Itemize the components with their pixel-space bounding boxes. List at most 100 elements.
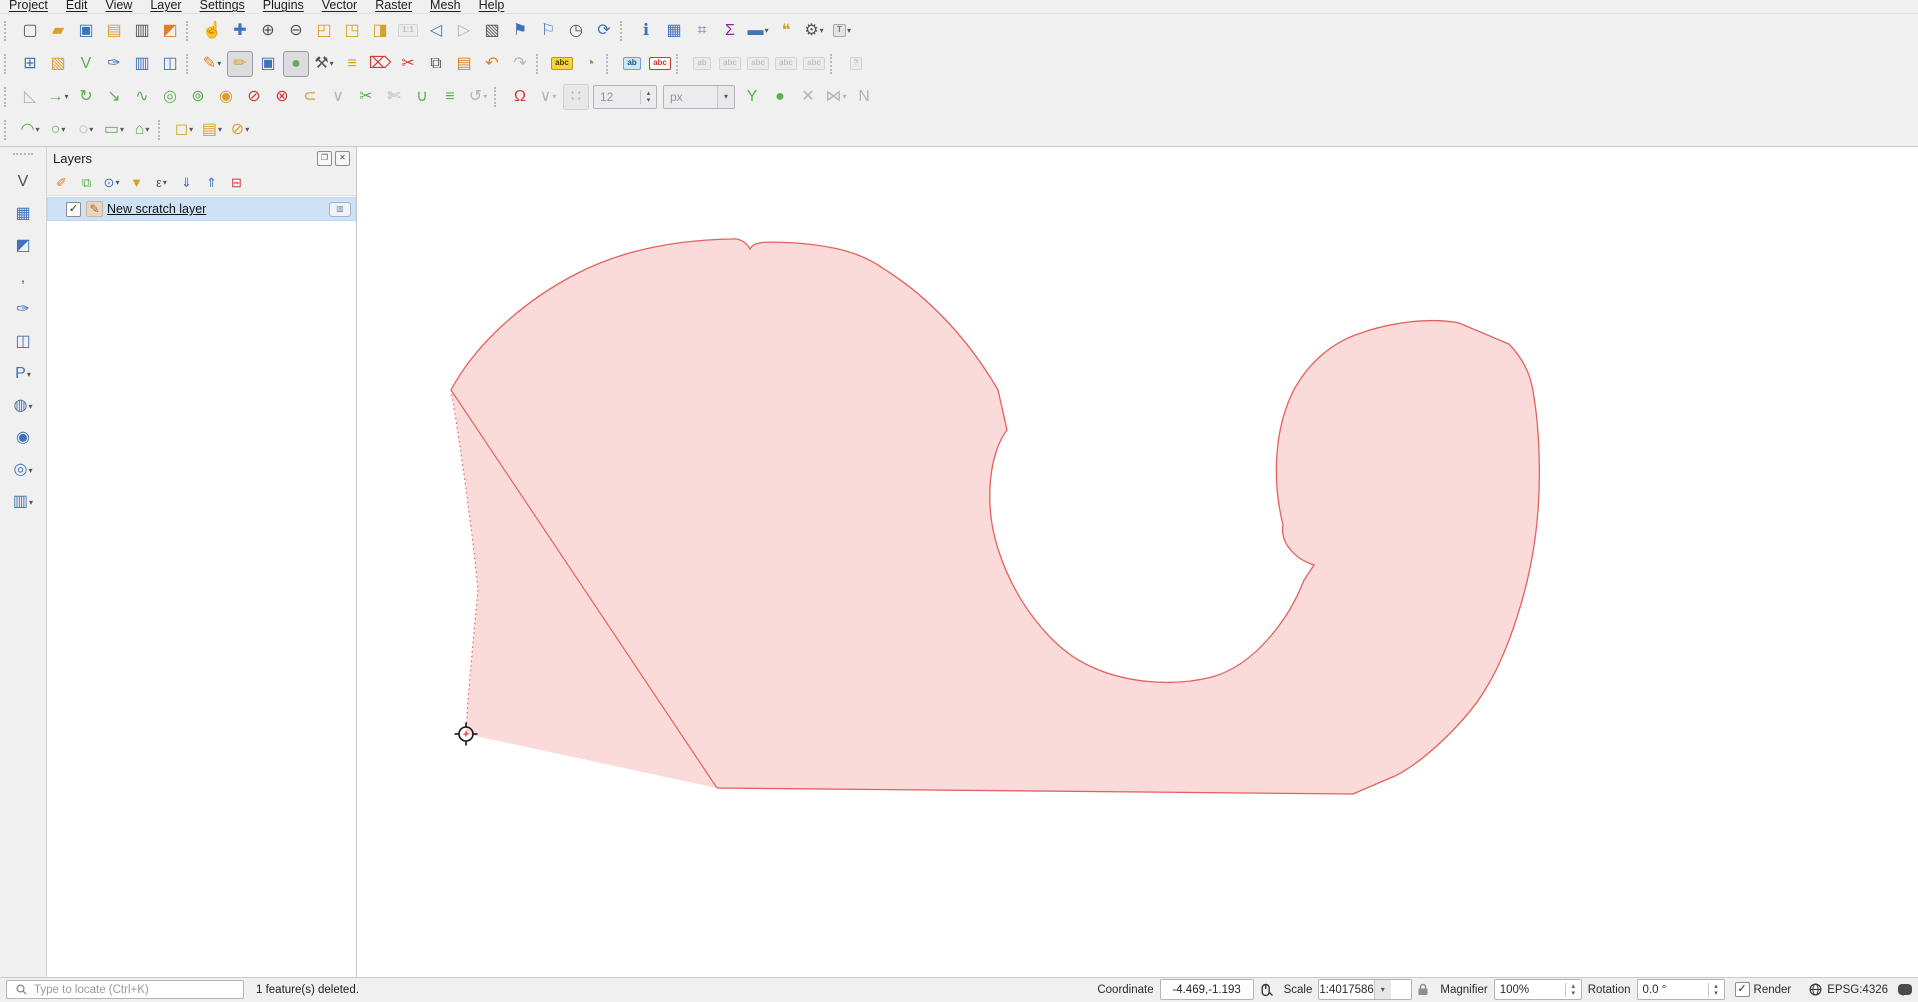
avoid-overlap-button[interactable]: ● [767, 84, 793, 110]
circle-tool-dropdown-arrow-icon[interactable]: ▾ [61, 125, 65, 134]
snapping-units-dropdown-arrow-icon[interactable]: ▾ [717, 86, 734, 108]
delete-ring-button[interactable]: ⊘ [241, 84, 267, 110]
rotate-point-symbols-dropdown-arrow-icon[interactable]: ▾ [483, 92, 487, 101]
cut-features-button[interactable]: ✂ [395, 51, 421, 77]
rectangle-tool-button[interactable]: ▭▾ [101, 117, 127, 143]
manage-map-themes-dropdown-arrow-icon[interactable]: ▾ [115, 178, 119, 187]
add-ring-button[interactable]: ◎ [157, 84, 183, 110]
spin-up-icon[interactable]: ▴ [1709, 983, 1724, 990]
locator-box[interactable] [6, 980, 244, 999]
paste-features-button[interactable]: ▤ [451, 51, 477, 77]
run-feature-action-dropdown-arrow-icon[interactable]: ▾ [820, 26, 824, 35]
regular-polygon-tool-button[interactable]: ⌂▾ [129, 117, 155, 143]
render-checkbox[interactable]: ✓ [1735, 982, 1750, 997]
temporal-controller-button[interactable]: ◷ [563, 18, 589, 44]
messages-bubble-icon[interactable] [1898, 984, 1912, 995]
text-annotation-dropdown-arrow-icon[interactable]: ▾ [847, 26, 851, 35]
add-spatialite-layer-button[interactable]: ✑ [10, 297, 36, 323]
zoom-to-layer-button[interactable]: ◳ [339, 18, 365, 44]
select-features-by-value-dropdown-arrow-icon[interactable]: ▾ [218, 125, 222, 134]
merge-feature-attributes-button[interactable]: ≡ [437, 84, 463, 110]
move-feature-dropdown-arrow-icon[interactable]: ▾ [64, 92, 68, 101]
map-canvas[interactable] [357, 147, 1918, 977]
toolbar-drag-handle[interactable] [494, 87, 503, 107]
menu-mesh[interactable]: Mesh [421, 0, 470, 12]
move-feature-button[interactable]: →▾ [45, 84, 71, 110]
add-group-button[interactable]: ⧉ [75, 171, 98, 193]
style-manager-button[interactable]: ◩ [157, 18, 183, 44]
measure-button[interactable]: ▬▾ [745, 18, 771, 44]
snapping-tolerance-spinbox[interactable]: 12▴▾ [593, 85, 657, 109]
identify-features-button[interactable]: ℹ [633, 18, 659, 44]
coordinate-input[interactable] [1160, 979, 1254, 1000]
new-virtual-layer-button[interactable]: ◫ [157, 51, 183, 77]
toolbar-drag-handle[interactable] [4, 54, 13, 74]
spin-up-icon[interactable]: ▴ [641, 90, 656, 97]
new-spatial-bookmark-button[interactable]: ⚑ [507, 18, 533, 44]
text-annotation-button[interactable]: T▾ [829, 18, 855, 44]
layer-name[interactable]: New scratch layer [107, 202, 329, 216]
toolbar-drag-handle[interactable] [4, 87, 13, 107]
toolbar-drag-handle[interactable] [620, 21, 629, 41]
circle-tool-button[interactable]: ○▾ [45, 117, 71, 143]
field-calculator-button[interactable]: ⌗ [689, 18, 715, 44]
regular-polygon-tool-dropdown-arrow-icon[interactable]: ▾ [145, 125, 149, 134]
rotate-feature-button[interactable]: ↻ [73, 84, 99, 110]
enable-topological-editing-button[interactable]: Y [739, 84, 765, 110]
save-layer-edits-button[interactable]: ▣ [255, 51, 281, 77]
toolbar-drag-handle[interactable] [606, 54, 615, 74]
add-postgis-layer-button[interactable]: P▾ [10, 361, 36, 387]
expand-all-button[interactable]: ⇓ [175, 171, 198, 193]
toggle-editing-button[interactable]: ✏ [227, 51, 253, 77]
new-spatialite-layer-button[interactable]: ✑ [101, 51, 127, 77]
refresh-map-button[interactable]: ⟳ [591, 18, 617, 44]
menu-layer[interactable]: Layer [141, 0, 190, 12]
manage-map-themes-button[interactable]: ⊙▾ [100, 171, 123, 193]
undo-button[interactable]: ↶ [479, 51, 505, 77]
open-layer-styling-button[interactable]: ✐ [50, 171, 73, 193]
offset-curve-button[interactable]: ⊂ [297, 84, 323, 110]
toolbar-drag-handle[interactable] [186, 54, 195, 74]
add-wms-layer-dropdown-arrow-icon[interactable]: ▾ [28, 402, 32, 411]
delete-selected-button[interactable]: ⌦ [367, 51, 393, 77]
menu-vector[interactable]: Vector [313, 0, 366, 12]
deselect-features-dropdown-arrow-icon[interactable]: ▾ [245, 125, 249, 134]
merge-features-button[interactable]: ∪ [409, 84, 435, 110]
spin-down-icon[interactable]: ▾ [1566, 990, 1581, 997]
magnifier-spin-arrows[interactable]: ▴▾ [1565, 983, 1581, 997]
lock-scale-icon[interactable] [1417, 983, 1429, 996]
toggle-extents-mouse-icon[interactable] [1259, 983, 1273, 997]
new-print-layout-button[interactable]: ▤ [101, 18, 127, 44]
toolbar-drag-handle[interactable] [158, 120, 167, 140]
filter-legend-button[interactable]: ▼ [125, 171, 148, 193]
add-mesh-layer-button[interactable]: ◩ [10, 233, 36, 259]
scale-combo[interactable]: 1:4017586 ▾ [1318, 979, 1412, 1000]
open-project-button[interactable]: ▰ [45, 18, 71, 44]
rectangle-tool-dropdown-arrow-icon[interactable]: ▾ [120, 125, 124, 134]
pin-unpin-labels-button[interactable]: ab [619, 51, 645, 77]
open-data-source-manager-button[interactable]: ⊞ [17, 51, 43, 77]
measure-dropdown-arrow-icon[interactable]: ▾ [764, 26, 768, 35]
scale-dropdown-arrow-icon[interactable]: ▾ [1374, 980, 1391, 999]
toolbar-drag-handle[interactable] [830, 54, 839, 74]
show-layout-manager-button[interactable]: ▥ [129, 18, 155, 44]
zoom-to-selection-button[interactable]: ◨ [367, 18, 393, 44]
new-scratch-layer-dropdown-arrow-icon[interactable]: ▾ [29, 498, 33, 507]
split-features-button[interactable]: ✂ [353, 84, 379, 110]
menu-project[interactable]: Project [0, 0, 57, 12]
modify-attributes-selected-button[interactable]: ≡ [339, 51, 365, 77]
crs-value[interactable]: EPSG:4326 [1827, 984, 1888, 996]
crs-globe-icon[interactable] [1809, 983, 1822, 996]
menu-help[interactable]: Help [470, 0, 514, 12]
new-map-view-button[interactable]: ▧ [479, 18, 505, 44]
rotation-spinbox[interactable]: 0.0 ° ▴▾ [1637, 979, 1725, 1000]
toolbar-drag-handle[interactable] [536, 54, 545, 74]
toolbar-drag-handle[interactable] [676, 54, 685, 74]
spin-up-icon[interactable]: ▴ [1566, 983, 1581, 990]
spin-down-icon[interactable]: ▾ [641, 97, 656, 104]
layer-visibility-checkbox[interactable]: ✓ [66, 202, 81, 217]
enable-snapping-button[interactable]: Ω [507, 84, 533, 110]
menu-settings[interactable]: Settings [191, 0, 254, 12]
snapping-type-dropdown-arrow-icon[interactable]: ▾ [552, 92, 556, 101]
add-wcs-layer-button[interactable]: ◉ [10, 425, 36, 451]
